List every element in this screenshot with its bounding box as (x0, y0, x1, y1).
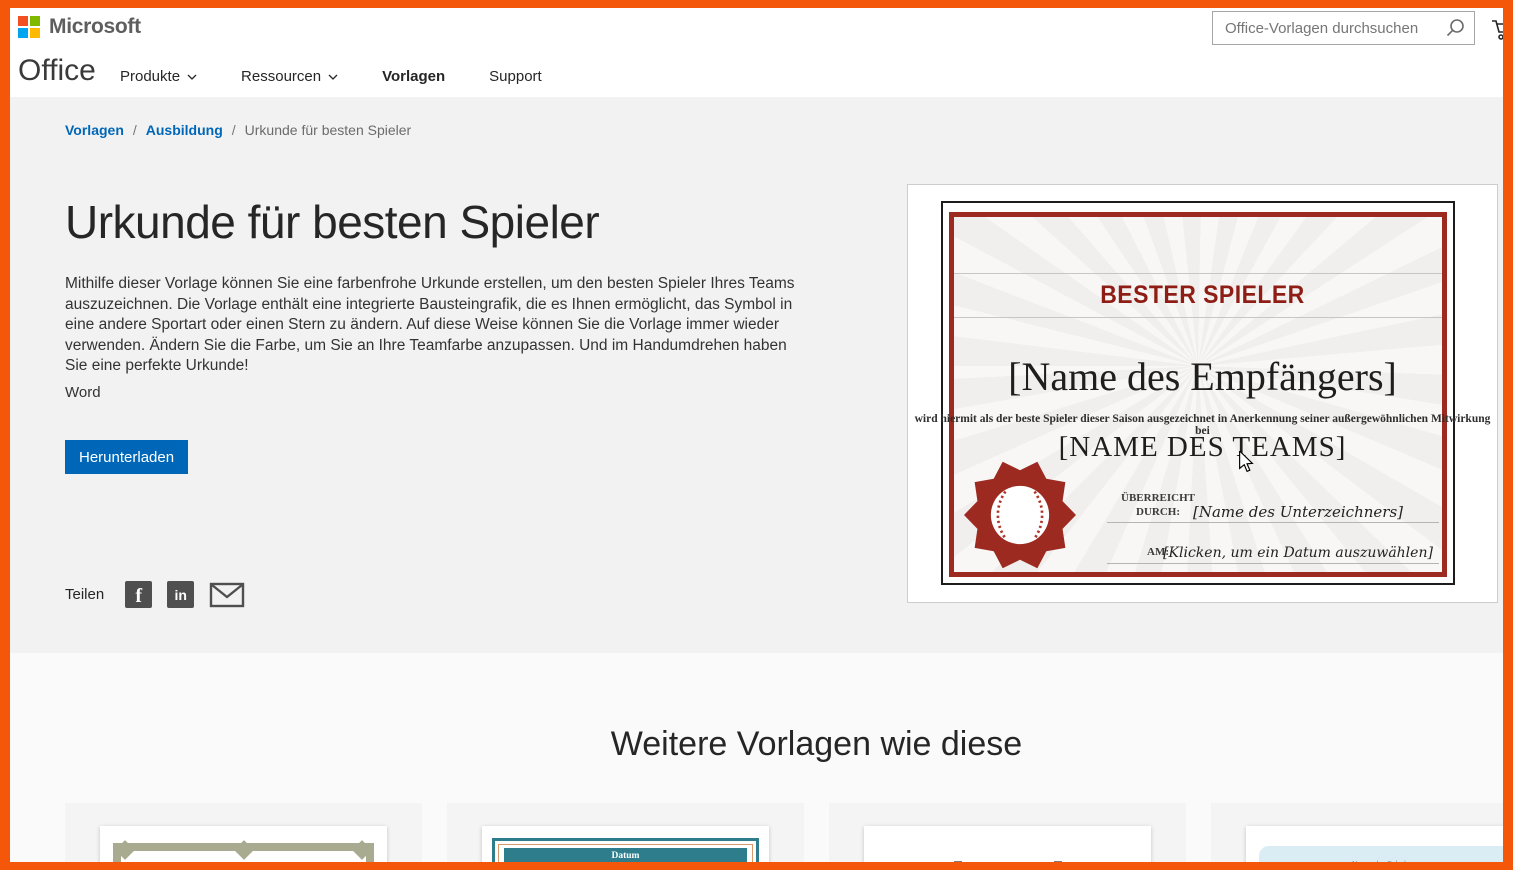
search-button[interactable] (1436, 12, 1474, 44)
template-preview: BESTER SPIELER [Name des Empfängers] wir… (907, 184, 1498, 603)
nav-item-vorlagen[interactable]: Vorlagen (382, 68, 445, 85)
shopping-cart-icon (1491, 16, 1503, 42)
related-template-blue[interactable]: Name der Schule (1211, 803, 1503, 862)
ornament (234, 840, 254, 860)
certificate-title: BESTER SPIELER (932, 281, 1474, 310)
nav-item-produkte[interactable]: Produkte (120, 68, 197, 85)
ornament (115, 840, 135, 860)
related-template-plain[interactable] (829, 803, 1186, 862)
chevron-down-icon (328, 74, 338, 80)
search-input[interactable] (1213, 20, 1436, 37)
mouse-cursor (1238, 451, 1254, 473)
thumbnail-text: Name der Schule (1259, 859, 1503, 862)
search-icon (1444, 17, 1466, 39)
baseball-seal (964, 459, 1076, 571)
main-nav: Produkte Ressourcen Vorlagen Support (120, 68, 542, 85)
thumbnail-banner: Datum (504, 848, 747, 862)
related-template-olive[interactable]: NAME IHRER HOCHSCHULE (65, 803, 422, 862)
related-heading: Weitere Vorlagen wie diese (65, 725, 1503, 764)
microsoft-logo-icon (18, 16, 40, 38)
template-thumbnail: Name der Schule (1246, 826, 1503, 862)
email-share-icon[interactable] (209, 582, 245, 608)
date-line (1107, 563, 1439, 564)
microsoft-logo[interactable]: Microsoft (18, 15, 141, 39)
ornament (352, 840, 372, 860)
divider (954, 317, 1442, 318)
breadcrumb-current: Urkunde für besten Spieler (245, 122, 412, 138)
olive-frame (113, 843, 374, 862)
presented-by-value: [Name des Unterzeichners] (1158, 503, 1438, 521)
template-description: Mithilfe dieser Vorlage können Sie eine … (65, 274, 813, 377)
breadcrumb-vorlagen[interactable]: Vorlagen (65, 122, 124, 138)
date-value: [Klicken, um ein Datum auszuwählen] (1148, 545, 1448, 561)
nav-item-ressourcen[interactable]: Ressourcen (241, 68, 338, 85)
divider (954, 273, 1442, 274)
page-title: Urkunde für besten Spieler (65, 197, 599, 247)
nav-item-support[interactable]: Support (489, 68, 542, 85)
related-template-teal[interactable]: Datum (447, 803, 804, 862)
share-row: Teilen f in (65, 581, 245, 608)
related-cards: NAME IHRER HOCHSCHULE Datum Name der (65, 803, 1503, 862)
search-box[interactable] (1212, 11, 1475, 45)
linkedin-share-icon[interactable]: in (167, 581, 194, 608)
app-name: Word (65, 384, 101, 401)
chevron-down-icon (187, 74, 197, 80)
breadcrumb-separator: / (232, 122, 236, 138)
template-thumbnail (864, 826, 1151, 862)
breadcrumb-ausbildung[interactable]: Ausbildung (146, 122, 223, 138)
download-button[interactable]: Herunterladen (65, 440, 188, 474)
cart-button[interactable] (1491, 16, 1503, 47)
breadcrumb-separator: / (133, 122, 137, 138)
share-label: Teilen (65, 586, 104, 603)
content-section: Vorlagen / Ausbildung / Urkunde für best… (10, 97, 1503, 653)
signature-line (1107, 522, 1439, 523)
breadcrumb: Vorlagen / Ausbildung / Urkunde für best… (65, 122, 411, 138)
template-thumbnail: Datum (482, 826, 769, 862)
certificate-recipient: [Name des Empfängers] (908, 353, 1497, 400)
page: Microsoft Office Produkte Ressourcen (10, 8, 1503, 862)
template-thumbnail: NAME IHRER HOCHSCHULE (100, 826, 387, 862)
related-section: Weitere Vorlagen wie diese NAME IHRER HO… (10, 653, 1503, 862)
microsoft-logo-text: Microsoft (49, 15, 141, 39)
office-brand[interactable]: Office (18, 52, 96, 90)
facebook-share-icon[interactable]: f (125, 581, 152, 608)
